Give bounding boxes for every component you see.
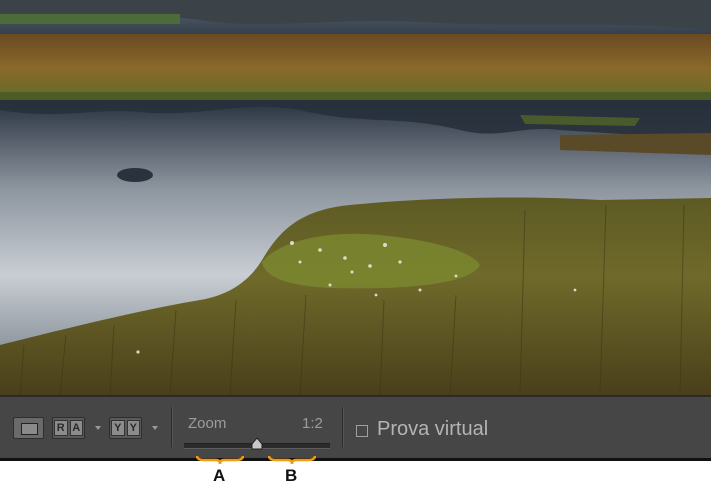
before-pane-icon: Y xyxy=(111,420,125,436)
after-pane-icon: A xyxy=(69,420,83,436)
soft-proofing-checkbox[interactable] xyxy=(356,425,368,437)
photo-canvas xyxy=(0,0,711,395)
zoom-slider-thumb[interactable] xyxy=(250,437,264,451)
callout-brace-b xyxy=(268,455,316,465)
after-pane-icon: Y xyxy=(126,420,140,436)
callout-brace-a xyxy=(196,455,244,465)
loupe-view-button[interactable] xyxy=(13,417,44,439)
before-after-tb-dropdown-caret-icon[interactable] xyxy=(152,426,158,430)
callout-label-a: A xyxy=(213,466,226,485)
zoom-label: Zoom xyxy=(188,415,227,432)
before-after-left-right-button[interactable]: RA xyxy=(52,417,85,439)
soft-proofing-label[interactable]: Prova virtual xyxy=(377,418,488,441)
before-pane-icon: R xyxy=(54,420,68,436)
toolbar-divider xyxy=(171,407,172,447)
zoom-ratio[interactable]: 1:2 xyxy=(302,415,323,432)
loupe-view-icon xyxy=(21,423,38,435)
before-after-top-bottom-button[interactable]: YY xyxy=(109,417,142,439)
landscape-photo xyxy=(0,0,711,395)
bottom-toolbar: RA YY Zoom 1:2 Prova virtual xyxy=(0,395,711,461)
before-after-lr-dropdown-caret-icon[interactable] xyxy=(95,426,101,430)
toolbar-divider xyxy=(342,407,343,447)
callout-label-b: B xyxy=(285,466,298,485)
